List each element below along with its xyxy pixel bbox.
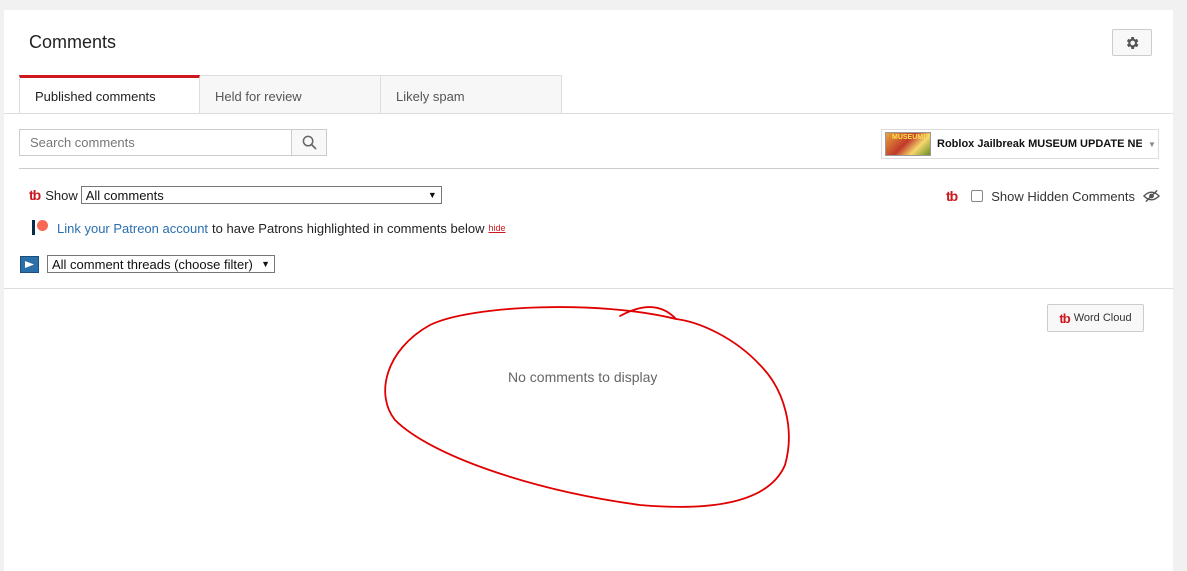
word-cloud-button[interactable]: tb Word Cloud xyxy=(1047,304,1144,332)
show-hidden-label: Show Hidden Comments xyxy=(991,188,1136,204)
show-filter-row: tb Show All comments ▼ xyxy=(29,186,442,204)
settings-button[interactable] xyxy=(1112,29,1152,56)
video-thumbnail: MUSEUM!? xyxy=(885,132,931,156)
video-title: Roblox Jailbreak MUSEUM UPDATE NE… xyxy=(937,138,1142,150)
search-bar xyxy=(19,129,327,156)
thread-filter-value: All comment threads (choose filter) xyxy=(52,256,253,272)
dropdown-arrow-icon: ▼ xyxy=(261,259,270,269)
toolbar-divider xyxy=(19,168,1159,169)
show-hidden-row: tb Show Hidden Comments xyxy=(946,188,1161,204)
search-icon xyxy=(302,135,317,150)
comment-tabs: Published comments Held for review Likel… xyxy=(19,75,562,113)
search-button[interactable] xyxy=(291,129,327,156)
show-hidden-checkbox[interactable] xyxy=(971,190,984,202)
search-input[interactable] xyxy=(19,129,291,156)
empty-state-message: No comments to display xyxy=(508,369,658,385)
hide-link[interactable]: hide xyxy=(488,223,505,233)
chevron-down-icon: ▼ xyxy=(1148,139,1156,149)
patreon-link[interactable]: Link your Patreon account xyxy=(57,221,208,236)
dropdown-arrow-icon: ▼ xyxy=(427,190,437,200)
page-title: Comments xyxy=(29,32,117,52)
content-divider xyxy=(4,288,1173,289)
video-selector[interactable]: MUSEUM!? Roblox Jailbreak MUSEUM UPDATE … xyxy=(881,129,1159,159)
show-label: Show xyxy=(45,187,78,203)
eye-slash-icon[interactable] xyxy=(1143,189,1161,203)
patreon-icon xyxy=(31,220,49,236)
tubebuddy-logo-icon: tb xyxy=(1059,310,1070,326)
thread-filter-select[interactable]: All comment threads (choose filter) ▼ xyxy=(47,255,275,273)
vidiq-logo-icon xyxy=(20,255,39,273)
comments-panel: Comments Published comments Held for rev… xyxy=(4,10,1173,571)
tab-held-for-review[interactable]: Held for review xyxy=(200,75,381,113)
tubebuddy-logo-icon: tb xyxy=(946,188,958,204)
tabs-divider xyxy=(4,113,1173,114)
thread-filter-row: All comment threads (choose filter) ▼ xyxy=(20,255,275,273)
tubebuddy-logo-icon: tb xyxy=(29,187,41,203)
patreon-message: to have Patrons highlighted in comments … xyxy=(212,220,485,236)
gear-icon xyxy=(1126,36,1139,49)
tab-likely-spam[interactable]: Likely spam xyxy=(381,75,562,113)
thumbnail-text: MUSEUM!? xyxy=(892,134,930,141)
show-select-value: All comments xyxy=(85,187,164,203)
word-cloud-label: Word Cloud xyxy=(1073,312,1132,324)
patreon-banner: Link your Patreon account to have Patron… xyxy=(31,220,506,236)
tab-published-comments[interactable]: Published comments xyxy=(19,75,200,113)
show-comments-select[interactable]: All comments ▼ xyxy=(80,186,442,204)
